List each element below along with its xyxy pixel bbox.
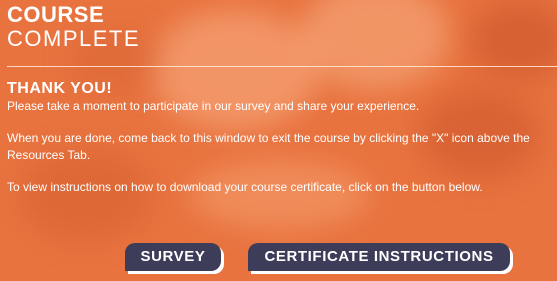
certificate-instructions-button[interactable]: CERTIFICATE INSTRUCTIONS [248,243,510,271]
title-course: COURSE [7,2,105,27]
header-divider [7,66,557,67]
exit-instructions-paragraph: When you are done, come back to this win… [7,131,530,162]
certificate-paragraph: To view instructions on how to download … [7,180,483,194]
survey-paragraph: Please take a moment to participate in o… [7,99,420,113]
title-complete: COMPLETE [7,26,141,51]
page-title: COURSE COMPLETE [7,4,140,52]
survey-button[interactable]: SURVEY [125,243,221,271]
thank-you-heading: THANK YOU! [7,80,113,97]
course-complete-panel: COURSE COMPLETE THANK YOU! Please take a… [0,0,557,281]
message-content: THANK YOU! Please take a moment to parti… [7,80,555,196]
